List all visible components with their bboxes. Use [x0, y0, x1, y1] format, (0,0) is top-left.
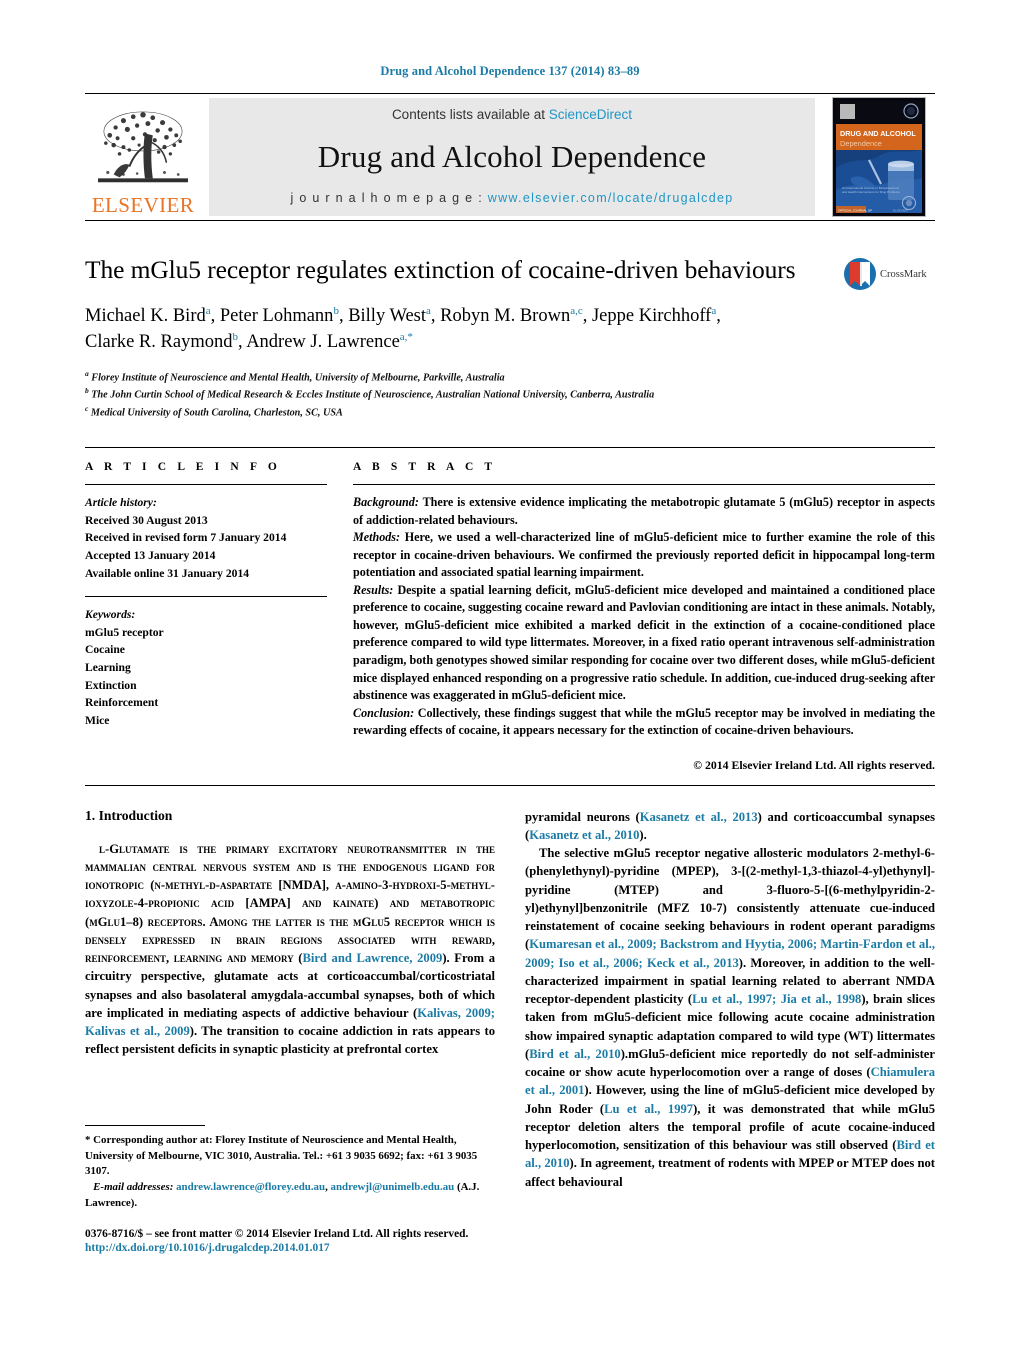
abstract-background-label: Background:: [353, 495, 419, 510]
svg-text:OFFICIAL JOURNAL OF: OFFICIAL JOURNAL OF: [838, 208, 872, 212]
intro-paragraph-1-left: l-Glutamate is the primary excitatory ne…: [85, 840, 495, 1059]
history-item: Received 30 August 2013: [85, 513, 208, 527]
article-history-label: Article history:: [85, 496, 157, 510]
abstract-conclusion-text: Collectively, these findings suggest tha…: [353, 705, 935, 738]
elsevier-wordmark: ELSEVIER: [91, 193, 195, 217]
svg-text:DRUG AND ALCOHOL: DRUG AND ALCOHOL: [840, 129, 916, 138]
affiliation-b: b The John Curtin School of Medical Rese…: [85, 386, 655, 401]
intro-citation[interactable]: Kasanetz et al., 2010: [529, 828, 639, 842]
keyword-item: Cocaine: [85, 643, 125, 657]
journal-title: Drug and Alcohol Dependence: [317, 138, 707, 174]
abstract-results-label: Results:: [353, 582, 394, 597]
email-label: E-mail addresses:: [93, 1181, 174, 1194]
intro-p1-a: l-Glutamate is the primary excitatory ne…: [85, 841, 495, 966]
affiliation-a-text: Florey Institute of Neuroscience and Men…: [91, 371, 505, 383]
svg-text:Dependence: Dependence: [840, 139, 882, 148]
abstract-copyright: © 2014 Elsevier Ireland Ltd. All rights …: [693, 757, 935, 772]
intro-citation[interactable]: Bird and Lawrence, 2009: [302, 951, 442, 965]
abstract-bottom-rule: [85, 784, 935, 786]
keyword-item: mGlu5 receptor: [85, 625, 164, 639]
affiliation-list: a Florey Institute of Neuroscience and M…: [85, 368, 935, 422]
abstract-methods-label: Methods:: [353, 530, 401, 545]
homepage-url-link[interactable]: www.elsevier.com/locate/drugalcdep: [488, 191, 734, 205]
affiliation-c: c Medical University of South Carolina, …: [85, 404, 343, 419]
affiliation-c-text: Medical University of South Carolina, Ch…: [90, 407, 343, 419]
journal-band: Contents lists available at ScienceDirec…: [209, 98, 815, 216]
homepage-prefix: j o u r n a l h o m e p a g e :: [290, 191, 488, 205]
abstract-background-text: There is extensive evidence implicating …: [353, 495, 935, 527]
author-list: Michael K. Birda, Peter Lohmannb, Billy …: [85, 303, 875, 356]
intro-citation[interactable]: Lu et al., 1997: [604, 1102, 693, 1116]
journal-cover-image: DRUG AND ALCOHOL Dependence An Internati…: [832, 97, 926, 217]
journal-cover-thumbnail: DRUG AND ALCOHOL Dependence An Internati…: [823, 94, 935, 220]
author-line-1: Michael K. Birda, Peter Lohmannb, Billy …: [85, 304, 721, 326]
page-title: The mGlu5 receptor regulates extinction …: [85, 255, 796, 284]
abstract-methods-text: Here, we used a well-characterized line …: [353, 530, 935, 580]
footnote-area: * Corresponding author at: Florey Instit…: [85, 1125, 935, 1254]
email-link-1[interactable]: andrew.lawrence@florey.edu.au: [176, 1181, 325, 1193]
affiliation-a: a Florey Institute of Neuroscience and M…: [85, 368, 505, 383]
article-info-column: A R T I C L E I N F O Article history: R…: [85, 461, 353, 772]
abstract-body: Background: There is extensive evidence …: [353, 494, 935, 739]
intro-citation[interactable]: Bird et al., 2010: [529, 1047, 621, 1061]
article-page: Drug and Alcohol Dependence 137 (2014) 8…: [0, 0, 1020, 1351]
history-item: Received in revised form 7 January 2014: [85, 531, 287, 545]
crossmark-icon: [844, 258, 876, 290]
email-link-2[interactable]: andrewjl@unimelb.edu.au: [331, 1181, 455, 1193]
abstract-heading: A B S T R A C T: [353, 461, 497, 474]
journal-homepage-line: j o u r n a l h o m e p a g e : www.else…: [291, 191, 734, 205]
abstract-rule: [353, 484, 935, 486]
elsevier-tree-icon: [98, 111, 188, 183]
keywords-label: Keywords:: [85, 608, 136, 622]
doi-link[interactable]: http://dx.doi.org/10.1016/j.drugalcdep.2…: [85, 1242, 495, 1254]
abstract-column: A B S T R A C T Background: There is ext…: [353, 461, 935, 772]
keyword-item: Extinction: [85, 678, 137, 692]
sciencedirect-link[interactable]: ScienceDirect: [549, 107, 632, 122]
journal-masthead: ELSEVIER Contents lists available at Sci…: [85, 93, 935, 221]
footnote-rule: [85, 1125, 205, 1126]
section-heading-introduction: 1. Introduction: [85, 807, 173, 823]
keyword-item: Mice: [85, 713, 110, 727]
abstract-conclusion-label: Conclusion:: [353, 705, 415, 720]
intro-citation[interactable]: Lu et al., 1997; Jia et al., 1998: [692, 992, 861, 1006]
issn-copyright-line: 0376-8716/$ – see front matter © 2014 El…: [85, 1227, 469, 1240]
abstract-results-text: Despite a spatial learning deficit, mGlu…: [353, 582, 935, 703]
abstract-background: Background: There is extensive evidence …: [353, 494, 935, 529]
article-info-heading: A R T I C L E I N F O: [85, 461, 281, 474]
elsevier-logo: ELSEVIER: [85, 94, 201, 220]
running-head: Drug and Alcohol Dependence 137 (2014) 8…: [380, 64, 640, 78]
keyword-item: Reinforcement: [85, 696, 159, 710]
crossmark-badge[interactable]: CrossMark: [843, 255, 935, 291]
corresponding-author-text: * Corresponding author at: Florey Instit…: [85, 1134, 478, 1178]
history-item: Available online 31 January 2014: [85, 566, 250, 580]
crossmark-label: CrossMark: [880, 268, 927, 280]
info-abstract-section: A R T I C L E I N F O Article history: R…: [85, 447, 935, 772]
contents-prefix: Contents lists available at: [391, 107, 549, 122]
keyword-item: Learning: [85, 661, 131, 675]
affiliation-b-text: The John Curtin School of Medical Resear…: [91, 389, 655, 401]
svg-text:ELSEVIER: ELSEVIER: [893, 208, 909, 212]
abstract-methods: Methods: Here, we used a well-characteri…: [353, 529, 935, 582]
abstract-conclusion: Conclusion: Collectively, these findings…: [353, 705, 935, 740]
corresponding-author-note: * Corresponding author at: Florey Instit…: [85, 1133, 495, 1212]
intro-citation[interactable]: Kasanetz et al., 2013: [640, 810, 758, 824]
author-line-2: Clarke R. Raymondb, Andrew J. Lawrencea,…: [85, 331, 413, 353]
keywords-rule: [85, 596, 327, 598]
abstract-results: Results: Despite a spatial learning defi…: [353, 582, 935, 705]
history-item: Accepted 13 January 2014: [85, 549, 216, 563]
article-history-block: Article history: Received 30 August 2013…: [85, 494, 327, 582]
title-row: The mGlu5 receptor regulates extinction …: [85, 255, 935, 291]
contents-available-line: Contents lists available at ScienceDirec…: [392, 107, 632, 122]
article-info-rule: [85, 484, 327, 486]
intro-p1-f: ).: [639, 827, 647, 842]
svg-text:and Health Interventions for D: and Health Interventions for Drug Proble…: [842, 190, 900, 194]
email-note: E-mail addresses: andrew.lawrence@florey…: [85, 1181, 480, 1209]
intro-paragraph-1-right: pyramidal neurons (Kasanetz et al., 2013…: [525, 808, 935, 845]
keywords-block: Keywords: mGlu5 receptor Cocaine Learnin…: [85, 606, 327, 729]
intro-p2-a: The selective mGlu5 receptor negative al…: [525, 846, 935, 952]
intro-p1-d: pyramidal neurons (: [525, 809, 640, 824]
